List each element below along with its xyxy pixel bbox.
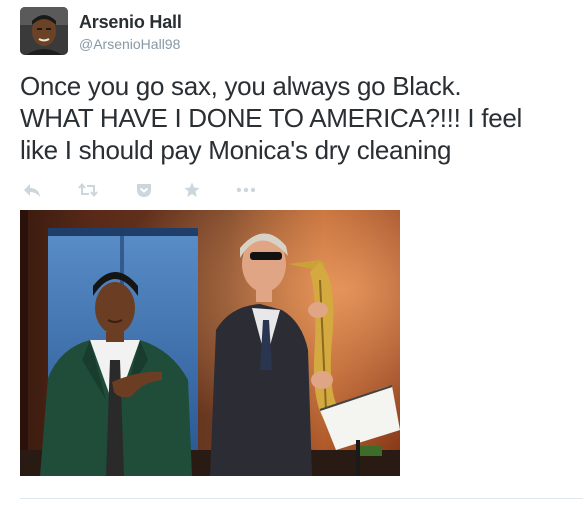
retweet-button[interactable] [76,178,100,202]
divider [20,498,583,499]
star-icon [184,182,200,197]
pocket-button[interactable] [132,178,156,202]
more-button[interactable] [234,178,258,202]
tweet-text: Once you go sax, you always go Black. WH… [20,70,580,166]
tweet-actions [20,178,280,202]
display-name[interactable]: Arsenio Hall [79,12,182,33]
tweet-photo[interactable] [20,210,400,476]
tweet-text-line: WHAT HAVE I DONE TO AMERICA?!!! I feel [20,103,522,133]
retweet-icon [78,182,98,198]
reply-icon [24,184,40,197]
favorite-button[interactable] [180,178,204,202]
more-dots-icon [236,187,256,193]
tweet-text-line: like I should pay Monica's dry cleaning [20,135,452,165]
tweet: Arsenio Hall @ArsenioHall98 Once you go … [0,0,583,508]
user-handle[interactable]: @ArsenioHall98 [79,36,180,52]
reply-button[interactable] [20,178,44,202]
tweet-text-line: Once you go sax, you always go Black. [20,71,462,101]
pocket-icon [137,184,151,197]
avatar[interactable] [20,7,68,55]
